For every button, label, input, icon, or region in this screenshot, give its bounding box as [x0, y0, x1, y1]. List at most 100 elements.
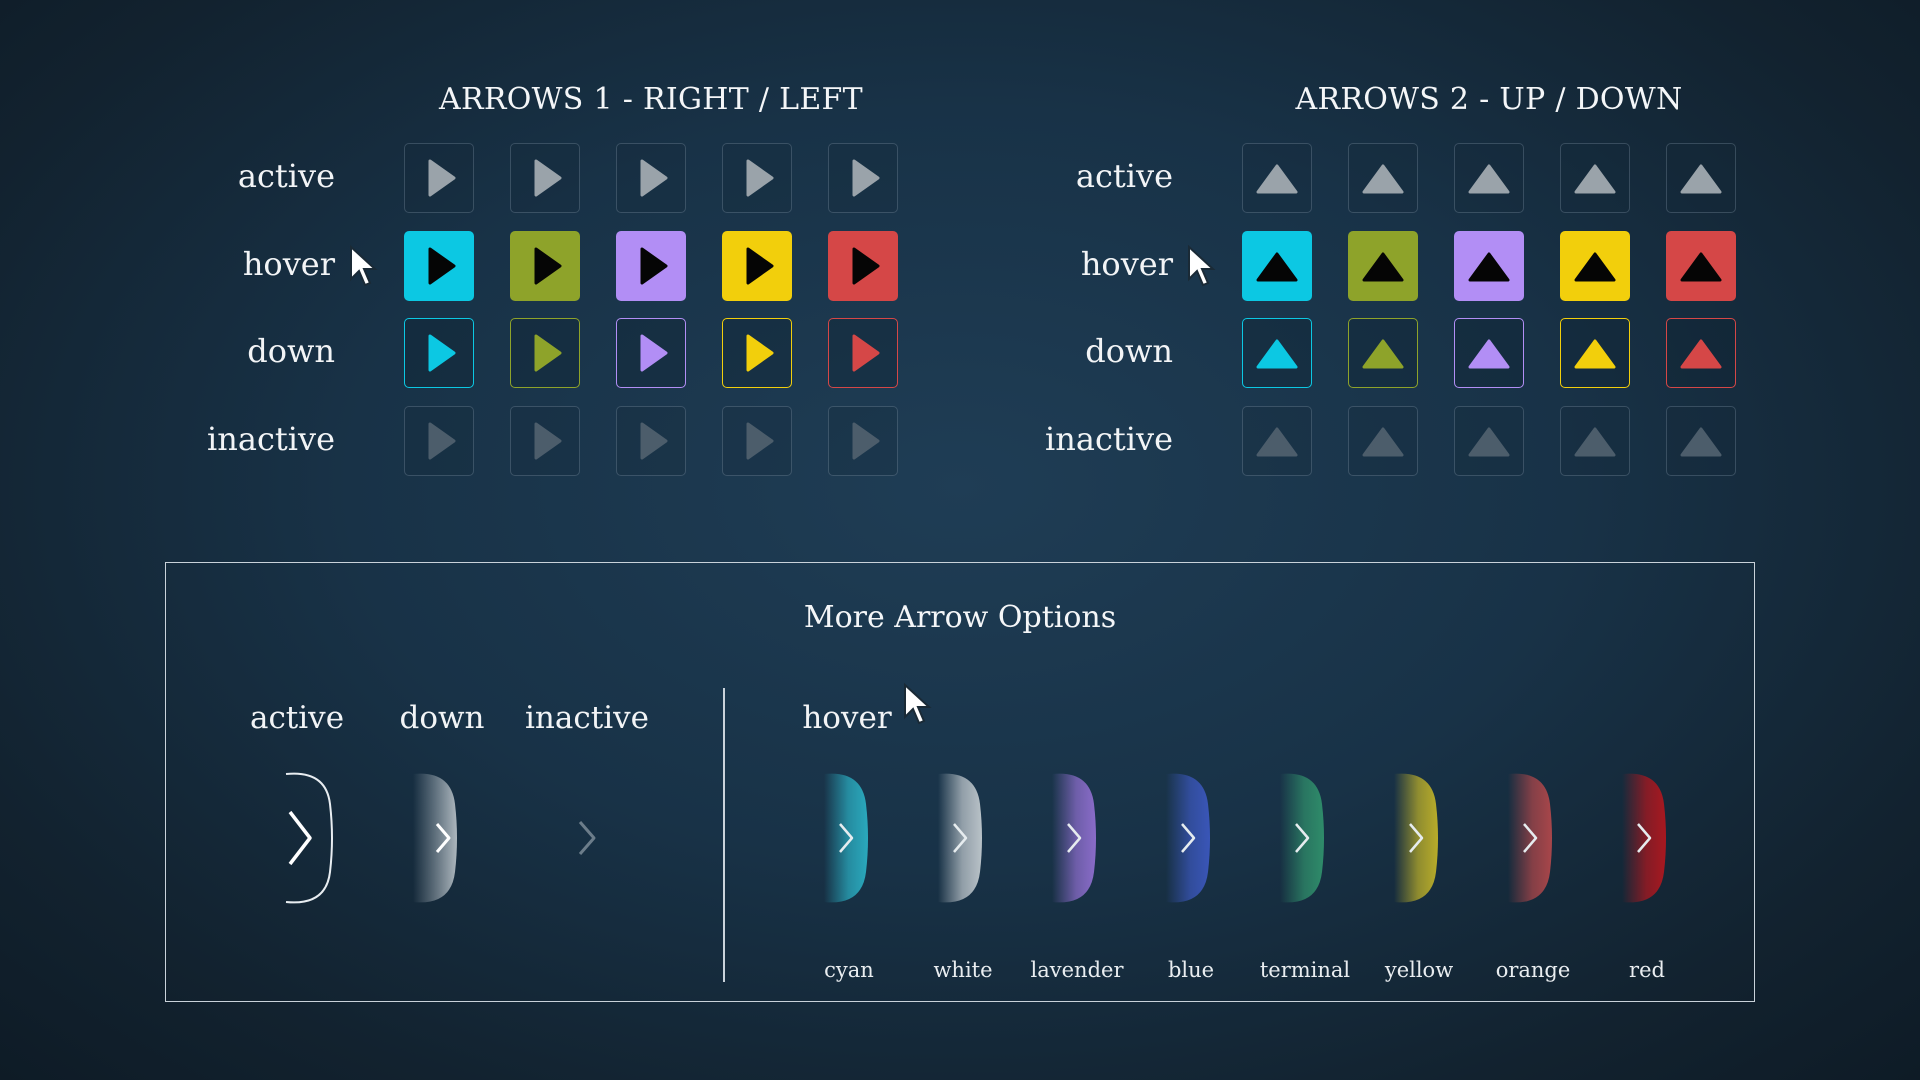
arrows1-inactive-red-button — [828, 406, 898, 476]
mouse-pointer-icon — [904, 683, 932, 725]
play-right-icon — [640, 247, 668, 285]
arrows2-inactive-red-button — [1666, 406, 1736, 476]
curved-arrow-hover-white[interactable] — [908, 770, 1018, 906]
arrows1-down-cyan-button[interactable] — [404, 318, 474, 388]
arrows1-active-lavender-button[interactable] — [616, 143, 686, 213]
arrows1-active-cyan-button[interactable] — [404, 143, 474, 213]
play-right-icon — [428, 159, 456, 197]
play-right-icon — [746, 247, 774, 285]
arrows1-inactive-yellow-button — [722, 406, 792, 476]
arrows1-hover-lavender-button[interactable] — [616, 231, 686, 301]
panel-divider — [723, 688, 725, 982]
play-right-icon — [640, 334, 668, 372]
play-right-icon — [534, 247, 562, 285]
triangle-up-icon — [1256, 339, 1298, 369]
arrows2-active-lavender-button[interactable] — [1454, 143, 1524, 213]
option-label-inactive: inactive — [525, 700, 649, 736]
play-right-icon — [746, 334, 774, 372]
arrows2-active-yellow-button[interactable] — [1560, 143, 1630, 213]
play-right-icon — [852, 159, 880, 197]
play-right-icon — [534, 334, 562, 372]
hover-color-label-white: white — [933, 958, 993, 982]
play-right-icon — [534, 159, 562, 197]
arrows1-inactive-lavender-button — [616, 406, 686, 476]
curved-arrow-hover-red[interactable] — [1592, 770, 1702, 906]
curved-arrow-hover-terminal[interactable] — [1250, 770, 1360, 906]
arrows1-down-yellow-button[interactable] — [722, 318, 792, 388]
triangle-up-icon — [1256, 164, 1298, 194]
arrows1-active-red-button[interactable] — [828, 143, 898, 213]
more-arrow-options-title: More Arrow Options — [803, 600, 1117, 635]
arrows1-label-active: active — [237, 157, 335, 195]
arrows2-inactive-yellow-button — [1560, 406, 1630, 476]
triangle-up-icon — [1574, 252, 1616, 282]
arrows2-hover-red-button[interactable] — [1666, 231, 1736, 301]
triangle-up-icon — [1362, 427, 1404, 457]
arrows1-active-olive-button[interactable] — [510, 143, 580, 213]
triangle-up-icon — [1574, 164, 1616, 194]
arrows1-hover-olive-button[interactable] — [510, 231, 580, 301]
chevron-right-icon — [288, 810, 312, 866]
arrows1-hover-yellow-button[interactable] — [722, 231, 792, 301]
hover-color-label-orange: orange — [1495, 958, 1571, 982]
play-right-icon — [640, 422, 668, 460]
arrows2-down-olive-button[interactable] — [1348, 318, 1418, 388]
triangle-up-icon — [1256, 427, 1298, 457]
arrows2-down-red-button[interactable] — [1666, 318, 1736, 388]
triangle-up-icon — [1256, 252, 1298, 282]
play-right-icon — [746, 159, 774, 197]
arrows2-hover-olive-button[interactable] — [1348, 231, 1418, 301]
arrows2-down-yellow-button[interactable] — [1560, 318, 1630, 388]
option-label-hover: hover — [802, 700, 892, 736]
arrows1-inactive-cyan-button — [404, 406, 474, 476]
arrows2-down-cyan-button[interactable] — [1242, 318, 1312, 388]
chevron-right-icon — [578, 821, 596, 855]
hover-color-label-lavender: lavender — [1030, 958, 1124, 982]
arrows1-label-down: down — [247, 332, 335, 370]
triangle-up-icon — [1680, 339, 1722, 369]
hover-color-label-yellow: yellow — [1384, 958, 1454, 982]
arrows1-label-inactive: inactive — [207, 420, 335, 458]
arrows2-active-red-button[interactable] — [1666, 143, 1736, 213]
triangle-up-icon — [1680, 427, 1722, 457]
arrows1-hover-cyan-button[interactable] — [404, 231, 474, 301]
curved-arrow-hover-cyan[interactable] — [794, 770, 904, 906]
play-right-icon — [428, 422, 456, 460]
arrows2-hover-lavender-button[interactable] — [1454, 231, 1524, 301]
curved-arrow-active[interactable] — [268, 770, 378, 906]
triangle-up-icon — [1574, 427, 1616, 457]
arrows2-label-inactive: inactive — [1045, 420, 1173, 458]
arrows2-down-lavender-button[interactable] — [1454, 318, 1524, 388]
arrows2-active-cyan-button[interactable] — [1242, 143, 1312, 213]
option-label-down: down — [399, 700, 485, 736]
mouse-pointer-icon — [350, 245, 378, 287]
triangle-up-icon — [1362, 339, 1404, 369]
hover-color-label-blue: blue — [1167, 958, 1215, 982]
arrows1-down-red-button[interactable] — [828, 318, 898, 388]
arrows1-down-lavender-button[interactable] — [616, 318, 686, 388]
play-right-icon — [640, 159, 668, 197]
arrows2-hover-yellow-button[interactable] — [1560, 231, 1630, 301]
arrows2-hover-cyan-button[interactable] — [1242, 231, 1312, 301]
arrows1-hover-red-button[interactable] — [828, 231, 898, 301]
arrows2-active-olive-button[interactable] — [1348, 143, 1418, 213]
curved-arrow-hover-blue[interactable] — [1136, 770, 1246, 906]
curved-arrow-hover-lavender[interactable] — [1022, 770, 1132, 906]
curved-arrow-hover-yellow[interactable] — [1364, 770, 1474, 906]
curved-arrow-down[interactable] — [393, 770, 503, 906]
arrows1-active-yellow-button[interactable] — [722, 143, 792, 213]
triangle-up-icon — [1468, 427, 1510, 457]
arrows1-inactive-olive-button — [510, 406, 580, 476]
play-right-icon — [428, 334, 456, 372]
mouse-pointer-icon — [1188, 245, 1216, 287]
curved-arrow-inactive — [578, 821, 596, 855]
arrows1-down-olive-button[interactable] — [510, 318, 580, 388]
arrows2-inactive-cyan-button — [1242, 406, 1312, 476]
play-right-icon — [852, 247, 880, 285]
play-right-icon — [746, 422, 774, 460]
curved-arrow-hover-orange[interactable] — [1478, 770, 1588, 906]
triangle-up-icon — [1680, 252, 1722, 282]
play-right-icon — [852, 334, 880, 372]
arrows2-title: ARROWS 2 - UP / DOWN — [1295, 82, 1683, 117]
arrows1-title: ARROWS 1 - RIGHT / LEFT — [439, 82, 863, 117]
